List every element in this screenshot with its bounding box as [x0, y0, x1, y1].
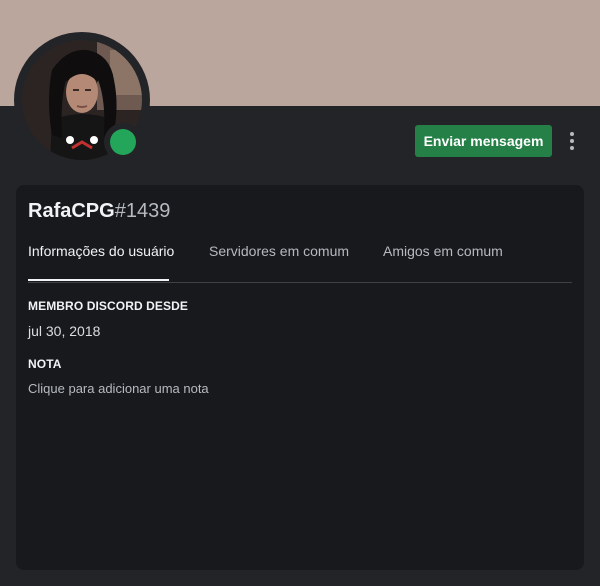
profile-tabs: Informações do usuário Servidores em com…: [28, 241, 572, 281]
tab-mutual-servers[interactable]: Servidores em comum: [209, 241, 349, 261]
username-header: RafaCPG#1439: [28, 199, 170, 223]
note-title: NOTA: [28, 357, 62, 371]
tab-user-info[interactable]: Informações do usuário: [28, 241, 174, 261]
discriminator: #1439: [114, 200, 171, 222]
member-since-value: jul 30, 2018: [28, 323, 101, 339]
send-message-button[interactable]: Enviar mensagem: [415, 125, 552, 157]
online-status-icon: [110, 129, 136, 155]
note-input[interactable]: Clique para adicionar uma nota: [28, 381, 568, 401]
dot: [570, 139, 574, 143]
dot: [570, 132, 574, 136]
dot: [570, 146, 574, 150]
active-tab-indicator: [28, 279, 169, 281]
username[interactable]: RafaCPG: [28, 200, 115, 222]
tabs-divider: [28, 282, 572, 283]
member-since-title: MEMBRO DISCORD DESDE: [28, 299, 189, 313]
profile-card: RafaCPG#1439 Informações do usuário Serv…: [16, 185, 584, 570]
tab-mutual-friends[interactable]: Amigos em comum: [383, 241, 503, 261]
more-options-icon[interactable]: [562, 129, 582, 153]
